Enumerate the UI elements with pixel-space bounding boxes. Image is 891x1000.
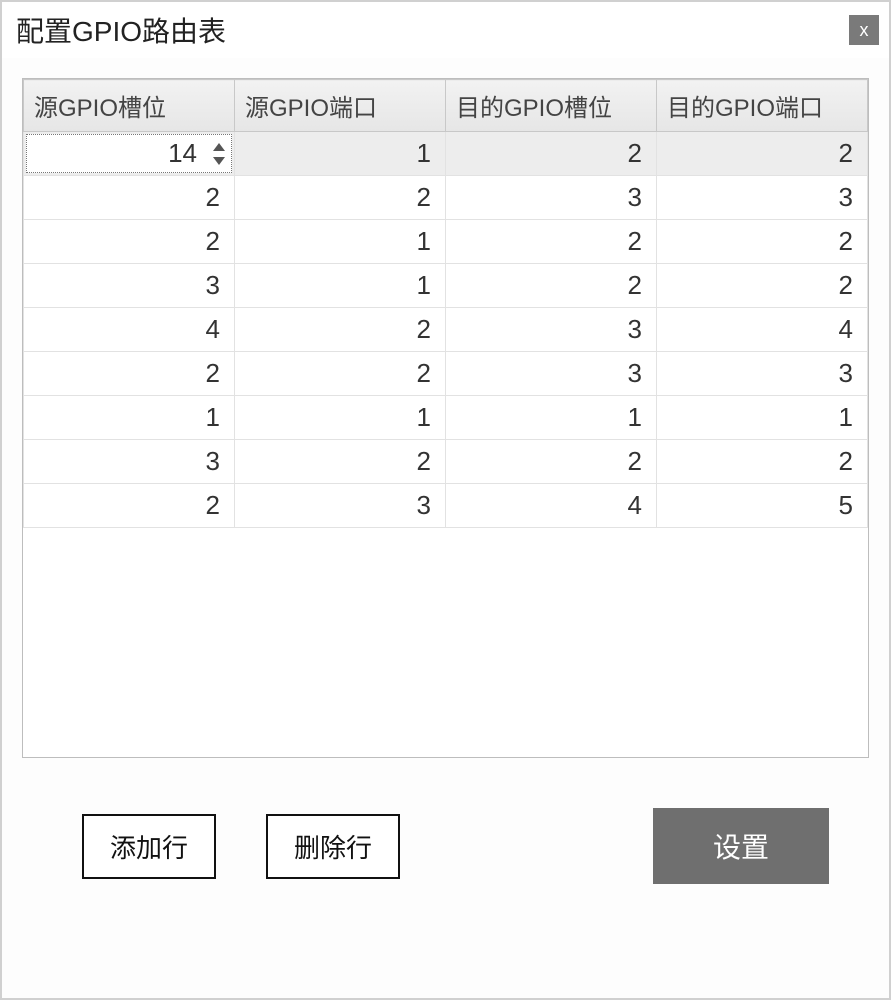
table-row[interactable]: 3222 [24, 440, 868, 484]
table-cell[interactable]: 4 [446, 484, 657, 528]
table-cell[interactable]: 3 [24, 440, 235, 484]
gpio-routing-dialog: 配置GPIO路由表 x 源GPIO槽位 源GPIO端口 目的GPIO槽位 目的G… [0, 0, 891, 1000]
table-cell[interactable]: 2 [657, 264, 868, 308]
table-cell[interactable]: 2 [24, 352, 235, 396]
spinner-input[interactable]: 14 [26, 134, 232, 173]
table-cell[interactable]: 2 [24, 484, 235, 528]
table-cell[interactable]: 1 [24, 396, 235, 440]
close-button[interactable]: x [849, 15, 879, 45]
table-cell[interactable]: 3 [446, 308, 657, 352]
button-row: 添加行 删除行 设置 [22, 758, 869, 884]
delete-row-button[interactable]: 删除行 [266, 814, 400, 879]
table-row[interactable]: 2233 [24, 176, 868, 220]
col-header-src-slot[interactable]: 源GPIO槽位 [24, 80, 235, 132]
table-row[interactable]: 2122 [24, 220, 868, 264]
col-header-dst-slot[interactable]: 目的GPIO槽位 [446, 80, 657, 132]
table-header-row: 源GPIO槽位 源GPIO端口 目的GPIO槽位 目的GPIO端口 [24, 80, 868, 132]
table-cell[interactable]: 3 [235, 484, 446, 528]
table-row[interactable]: 1111 [24, 396, 868, 440]
dialog-title: 配置GPIO路由表 [16, 10, 226, 50]
table-cell[interactable]: 1 [446, 396, 657, 440]
table-cell[interactable]: 1 [235, 396, 446, 440]
table-cell[interactable]: 1 [235, 132, 446, 176]
table-cell[interactable]: 14 [24, 132, 235, 176]
table-row[interactable]: 2345 [24, 484, 868, 528]
table-cell[interactable]: 2 [235, 352, 446, 396]
col-header-dst-port[interactable]: 目的GPIO端口 [657, 80, 868, 132]
table-row[interactable]: 14122 [24, 132, 868, 176]
table-body: 1412222332122312242342233111132222345 [24, 132, 868, 528]
table-cell[interactable]: 3 [446, 352, 657, 396]
spinner-value: 14 [168, 138, 197, 169]
table-cell[interactable]: 2 [446, 220, 657, 264]
table-cell[interactable]: 2 [235, 440, 446, 484]
dialog-content: 源GPIO槽位 源GPIO端口 目的GPIO槽位 目的GPIO端口 141222… [2, 58, 889, 894]
table-container: 源GPIO槽位 源GPIO端口 目的GPIO槽位 目的GPIO端口 141222… [22, 78, 869, 758]
table-cell[interactable]: 3 [657, 176, 868, 220]
table-row[interactable]: 2233 [24, 352, 868, 396]
table-cell[interactable]: 2 [446, 440, 657, 484]
table-cell[interactable]: 2 [446, 264, 657, 308]
titlebar: 配置GPIO路由表 x [2, 2, 889, 58]
gpio-routing-table: 源GPIO槽位 源GPIO端口 目的GPIO槽位 目的GPIO端口 141222… [23, 79, 868, 528]
table-cell[interactable]: 2 [657, 440, 868, 484]
close-icon: x [860, 21, 869, 39]
table-cell[interactable]: 1 [235, 264, 446, 308]
table-cell[interactable]: 4 [657, 308, 868, 352]
table-cell[interactable]: 2 [235, 176, 446, 220]
spinner-down-icon[interactable] [211, 155, 227, 167]
table-cell[interactable]: 2 [657, 132, 868, 176]
table-cell[interactable]: 3 [657, 352, 868, 396]
table-cell[interactable]: 3 [446, 176, 657, 220]
table-cell[interactable]: 5 [657, 484, 868, 528]
table-cell[interactable]: 1 [657, 396, 868, 440]
add-row-button[interactable]: 添加行 [82, 814, 216, 879]
spinner-buttons [211, 141, 227, 167]
spinner-up-icon[interactable] [211, 141, 227, 153]
table-cell[interactable]: 2 [235, 308, 446, 352]
table-cell[interactable]: 2 [24, 220, 235, 264]
col-header-src-port[interactable]: 源GPIO端口 [235, 80, 446, 132]
table-cell[interactable]: 2 [24, 176, 235, 220]
table-cell[interactable]: 3 [24, 264, 235, 308]
table-cell[interactable]: 2 [657, 220, 868, 264]
table-cell[interactable]: 4 [24, 308, 235, 352]
table-cell[interactable]: 1 [235, 220, 446, 264]
table-cell[interactable]: 2 [446, 132, 657, 176]
apply-button[interactable]: 设置 [653, 808, 829, 884]
table-row[interactable]: 3122 [24, 264, 868, 308]
table-row[interactable]: 4234 [24, 308, 868, 352]
